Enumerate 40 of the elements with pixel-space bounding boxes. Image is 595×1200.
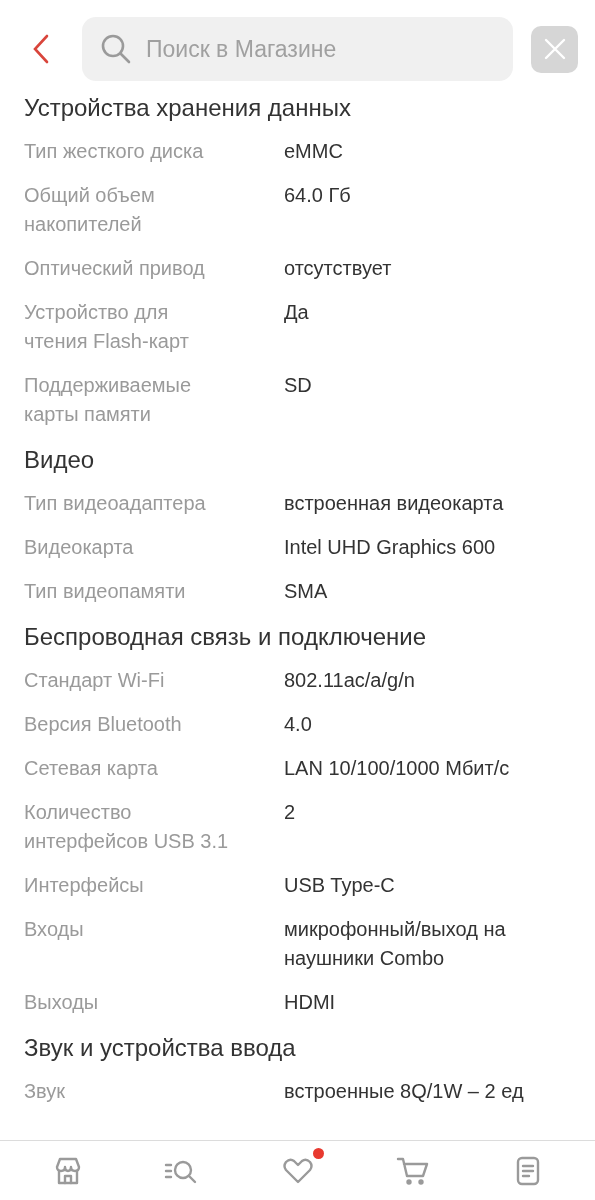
- spec-label: Устройство для чтения Flash-карт: [24, 300, 190, 354]
- spec-label: Входы: [24, 917, 84, 942]
- spec-label: Поддерживаемые карты памяти: [24, 373, 193, 427]
- spec-value: 4.0: [284, 712, 312, 737]
- spec-value: SD: [284, 373, 312, 398]
- spec-value: eMMC: [284, 139, 343, 164]
- spec-label: Выходы: [24, 990, 99, 1015]
- spec-value: 802.11ac/a/g/n: [284, 668, 415, 693]
- close-icon: [543, 38, 566, 60]
- spec-value: Intel UHD Graphics 600: [284, 535, 496, 560]
- spec-label: Общий объем накопителей: [24, 183, 156, 237]
- spec-value: HDMI: [284, 990, 336, 1015]
- section-heading: Беспроводная связь и подключение: [24, 622, 426, 652]
- spec-label: Версия Bluetooth: [24, 712, 182, 737]
- spec-label: Оптический привод: [24, 256, 205, 281]
- spec-label: Тип жесткого диска: [24, 139, 204, 164]
- spec-label: Интерфейсы: [24, 873, 144, 898]
- section-heading: Звук и устройства ввода: [24, 1033, 296, 1063]
- spec-value: Да: [284, 300, 309, 325]
- spec-value: встроенные 8Q/1W – 2 ед: [284, 1079, 524, 1104]
- spec-value: 64.0 Гб: [284, 183, 351, 208]
- spec-value: LAN 10/100/1000 Мбит/с: [284, 756, 510, 781]
- spec-label: Сетевая карта: [24, 756, 158, 781]
- spec-label: Тип видеопамяти: [24, 579, 186, 604]
- close-button[interactable]: [531, 25, 578, 73]
- spec-value: 2: [284, 800, 296, 825]
- spec-label: Видеокарта: [24, 535, 134, 560]
- spec-value: USB Type-C: [284, 873, 395, 898]
- spec-value: отсутствует: [284, 256, 392, 281]
- section-heading: Видео: [24, 445, 95, 475]
- spec-label: Тип видеоадаптера: [24, 491, 206, 516]
- spec-value: встроенная видеокарта: [284, 491, 504, 516]
- spec-label: Количество интерфейсов USB 3.1: [24, 800, 230, 854]
- section-heading: Устройства хранения данных: [24, 93, 351, 123]
- spec-value: SMA: [284, 579, 328, 604]
- spec-label: Стандарт Wi-Fi: [24, 668, 165, 693]
- search-icon: [100, 33, 132, 65]
- spec-label: Звук: [24, 1079, 65, 1104]
- search-field[interactable]: Поиск в Магазине: [82, 17, 513, 81]
- spec-value: микрофонный/выход на наушники Combo: [284, 917, 507, 971]
